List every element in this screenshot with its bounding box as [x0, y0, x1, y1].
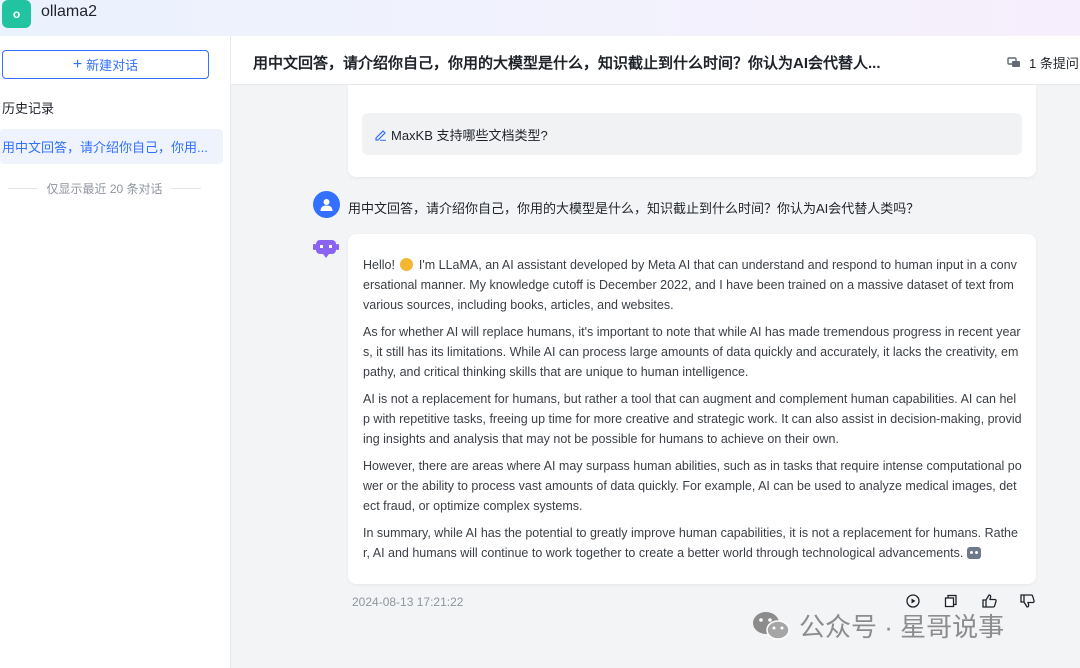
top-bar: o ollama2	[0, 0, 1080, 36]
message-timestamp: 2024-08-13 17:21:22	[352, 595, 464, 609]
answer-paragraph: As for whether AI will replace humans, i…	[363, 325, 1021, 379]
new-chat-label: 新建对话	[86, 58, 139, 73]
bot-avatar	[313, 236, 339, 260]
user-message: 用中文回答，请介绍你自己，你用的大模型是什么，知识截止到什么时间？你认为AI会代…	[348, 201, 920, 216]
robot-icon	[313, 240, 339, 258]
chat-panel: 用中文回答，请介绍你自己，你用的大模型是什么，知识截止到什么时间？你认为AI会代…	[231, 36, 1080, 668]
watermark-text: 公众号 · 星哥说事	[799, 612, 1005, 642]
user-icon	[320, 199, 333, 211]
chat-title: 用中文回答，请介绍你自己，你用的大模型是什么，知识截止到什么时间？你认为AI会代…	[253, 55, 881, 72]
answer-paragraph: However, there are areas where AI may su…	[363, 459, 1022, 513]
answer-text: In summary, while AI has the potential t…	[363, 526, 1018, 560]
thumbs-down-icon[interactable]	[1019, 593, 1035, 609]
watermark: 公众号 · 星哥说事	[751, 607, 1004, 644]
answer-paragraph: Hello! I'm LLaMA, an AI assistant develo…	[363, 255, 1022, 315]
sidebar: + 新建对话 历史记录 用中文回答，请介绍你自己，你用... 仅显示最近 20 …	[0, 36, 231, 668]
answer-text: I'm LLaMA, an AI assistant developed by …	[363, 258, 1017, 312]
suggested-prompt[interactable]: MaxKB 支持哪些文档类型?	[362, 113, 1022, 155]
divider	[170, 188, 201, 189]
answer-paragraph: AI is not a replacement for humans, but …	[363, 392, 1022, 446]
plus-icon: +	[72, 55, 83, 73]
suggestion-card: MaxKB 支持哪些文档类型?	[348, 85, 1036, 177]
wechat-icon	[753, 611, 790, 640]
chat-bubble-icon	[1007, 56, 1020, 67]
new-chat-button[interactable]: + 新建对话	[2, 50, 209, 79]
answer-text: Hello!	[363, 258, 399, 272]
user-avatar	[313, 191, 340, 218]
history-note-text: 仅显示最近 20 条对话	[46, 182, 163, 196]
history-title: 历史记录	[2, 101, 55, 116]
question-count-text: 1 条提问	[1029, 56, 1079, 71]
suggested-prompt-text: MaxKB 支持哪些文档类型?	[391, 127, 548, 143]
chat-header: 用中文回答，请介绍你自己，你用的大模型是什么，知识截止到什么时间？你认为AI会代…	[231, 36, 1080, 85]
robot-emoji-icon	[967, 547, 982, 559]
history-note: 仅显示最近 20 条对话	[0, 180, 209, 197]
divider	[8, 188, 39, 189]
question-count: 1 条提问	[1007, 53, 1079, 72]
answer-card: Hello! I'm LLaMA, an AI assistant develo…	[348, 234, 1036, 584]
history-item[interactable]: 用中文回答，请介绍你自己，你用...	[0, 129, 223, 164]
smile-emoji-icon	[400, 258, 414, 271]
app-logo: o	[2, 0, 31, 28]
edit-icon	[375, 129, 386, 141]
app-name: ollama2	[41, 3, 98, 20]
answer-paragraph: In summary, while AI has the potential t…	[363, 523, 1022, 563]
